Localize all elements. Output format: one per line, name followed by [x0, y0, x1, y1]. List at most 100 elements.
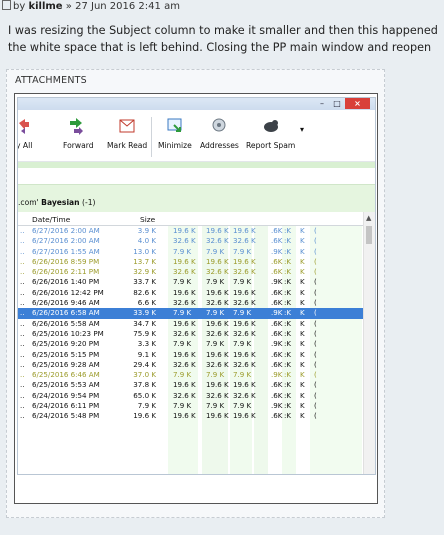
row-size: 19.6 K: [133, 411, 156, 421]
folder-filter: .com' Bayesian (-1): [18, 198, 96, 207]
row-size-c: 19.6 K: [233, 287, 256, 297]
addresses-button[interactable]: Addresses: [200, 115, 239, 150]
row-date: 6/27/2016 2:00 AM: [32, 236, 100, 246]
row-size-g: (: [314, 370, 317, 380]
row-size-d: .6K: [271, 236, 283, 246]
row-size-f: K: [300, 246, 305, 256]
row-size-b: 32.6 K: [206, 328, 229, 338]
row-size-d: .6K: [271, 318, 283, 328]
attachments-box: ATTACHMENTS – □ × y All Forward Mark Rea…: [6, 69, 385, 518]
row-size-f: K: [300, 287, 305, 297]
message-row[interactable]: .. 6/27/2016 2:00 AM 4.0 K 32.6 K 32.6 K 32.6…: [18, 236, 363, 246]
reply-all-button[interactable]: y All: [18, 115, 32, 150]
minimize-button[interactable]: Minimize: [158, 115, 192, 150]
row-size-e: :K: [284, 267, 292, 277]
forward-button[interactable]: Forward: [63, 115, 94, 150]
row-size-g: (: [314, 380, 317, 390]
row-size: 37.0 K: [133, 370, 156, 380]
row-size: 6.6 K: [137, 298, 156, 308]
post-body: I was resizing the Subject column to mak…: [8, 22, 444, 56]
row-size-g: (: [314, 390, 317, 400]
filter-count: (-1): [82, 198, 96, 207]
scroll-up-icon[interactable]: ▲: [366, 214, 371, 222]
row-date: 6/26/2016 2:11 PM: [32, 267, 100, 277]
row-size-g: (: [314, 246, 317, 256]
row-size-a: 32.6 K: [173, 236, 196, 246]
row-size-g: (: [314, 401, 317, 411]
close-window-button[interactable]: ×: [345, 98, 370, 109]
minimize-window-button[interactable]: –: [315, 98, 329, 109]
message-row[interactable]: .. 6/26/2016 1:40 PM 33.7 K 7.9 K 7.9 K 7.9 K…: [18, 277, 363, 287]
message-row[interactable]: .. 6/26/2016 6:58 AM 33.9 K 7.9 K 7.9 K 7.9 K…: [18, 308, 363, 319]
vertical-scrollbar[interactable]: ▲: [363, 212, 375, 474]
minimize-label: Minimize: [158, 141, 192, 150]
message-row[interactable]: .. 6/27/2016 1:55 AM 13.0 K 7.9 K 7.9 K 7.9 K…: [18, 247, 363, 257]
row-size: 9.1 K: [137, 349, 156, 359]
row-size-e: :K: [284, 339, 292, 349]
row-size-e: :K: [284, 411, 292, 421]
row-size-a: 32.6 K: [173, 267, 196, 277]
maximize-window-button[interactable]: □: [330, 98, 344, 109]
column-size[interactable]: Size: [140, 215, 155, 224]
row-size-a: 7.9 K: [173, 308, 192, 318]
message-row[interactable]: .. 6/27/2016 2:00 AM 3.9 K 19.6 K 19.6 K 19.6…: [18, 226, 363, 236]
message-row[interactable]: .. 6/26/2016 5:58 AM 34.7 K 19.6 K 19.6 K 19.…: [18, 319, 363, 329]
message-row[interactable]: .. 6/25/2016 6:46 AM 37.0 K 7.9 K 7.9 K 7.9 K…: [18, 370, 363, 380]
row-size-d: .9K: [271, 370, 283, 380]
attachment-image[interactable]: – □ × y All Forward Mark Read Minimize A…: [14, 93, 378, 504]
row-size-g: (: [314, 318, 317, 328]
row-size-c: 19.6 K: [233, 380, 256, 390]
message-row[interactable]: .. 6/24/2016 5:48 PM 19.6 K 19.6 K 19.6 K 19.…: [18, 411, 363, 421]
mark-read-button[interactable]: Mark Read: [107, 115, 147, 150]
row-size: 13.7 K: [133, 256, 156, 266]
row-size-b: 32.6 K: [206, 359, 229, 369]
row-size-g: (: [314, 349, 317, 359]
message-row[interactable]: .. 6/24/2016 9:54 PM 65.0 K 32.6 K 32.6 K 32.…: [18, 391, 363, 401]
message-row[interactable]: .. 6/25/2016 10:23 PM 75.9 K 32.6 K 32.6 K 32…: [18, 329, 363, 339]
row-size-g: (: [314, 287, 317, 297]
row-marker: ..: [20, 411, 25, 421]
report-spam-button[interactable]: Report Spam: [246, 115, 295, 150]
message-row[interactable]: .. 6/26/2016 9:46 AM 6.6 K 32.6 K 32.6 K 32.6…: [18, 298, 363, 308]
row-size-e: :K: [284, 226, 292, 235]
message-row[interactable]: .. 6/25/2016 5:53 AM 37.8 K 19.6 K 19.6 K 19.…: [18, 380, 363, 390]
row-size-f: K: [300, 349, 305, 359]
message-row[interactable]: .. 6/26/2016 12:42 PM 82.6 K 19.6 K 19.6 K 19…: [18, 288, 363, 298]
post-meta: by killme » 27 Jun 2016 2:41 am: [2, 0, 180, 12]
row-size-f: K: [300, 318, 305, 328]
row-size-b: 32.6 K: [206, 298, 229, 308]
row-marker: ..: [20, 390, 25, 400]
post-author[interactable]: killme: [28, 1, 62, 12]
message-row[interactable]: .. 6/26/2016 2:11 PM 32.9 K 32.6 K 32.6 K 32.…: [18, 267, 363, 277]
chevron-down-icon[interactable]: ▾: [300, 125, 304, 134]
row-size-c: 32.6 K: [233, 236, 256, 246]
row-size-d: .9K: [271, 339, 283, 349]
row-size-f: K: [300, 359, 305, 369]
row-size-b: 7.9 K: [206, 401, 225, 411]
row-size-b: 7.9 K: [206, 339, 225, 349]
row-size-a: 7.9 K: [173, 339, 192, 349]
row-size-a: 7.9 K: [173, 277, 192, 287]
row-size-a: 19.6 K: [173, 318, 196, 328]
toolbar: y All Forward Mark Read Minimize Address…: [18, 111, 375, 162]
message-row[interactable]: .. 6/26/2016 8:59 PM 13.7 K 19.6 K 19.6 K 19.…: [18, 257, 363, 267]
row-size-d: .9K: [271, 246, 283, 256]
row-size-f: K: [300, 370, 305, 380]
column-date[interactable]: Date/Time: [32, 215, 70, 224]
message-row[interactable]: .. 6/24/2016 6:11 PM 7.9 K 7.9 K 7.9 K 7.9 K.…: [18, 401, 363, 411]
row-date: 6/26/2016 12:42 PM: [32, 287, 104, 297]
message-row[interactable]: .. 6/25/2016 9:20 PM 3.3 K 7.9 K 7.9 K 7.9 K.…: [18, 339, 363, 349]
row-size-a: 19.6 K: [173, 349, 196, 359]
row-size-d: .9K: [271, 277, 283, 287]
row-date: 6/25/2016 10:23 PM: [32, 328, 104, 338]
row-size-f: K: [300, 339, 305, 349]
row-date: 6/27/2016 1:55 AM: [32, 246, 100, 256]
row-date: 6/24/2016 5:48 PM: [32, 411, 100, 421]
row-marker: ..: [20, 349, 25, 359]
row-size-a: 19.6 K: [173, 411, 196, 421]
row-size: 33.9 K: [133, 308, 156, 318]
message-row[interactable]: .. 6/25/2016 9:28 AM 29.4 K 32.6 K 32.6 K 32.…: [18, 360, 363, 370]
row-size-c: 7.9 K: [233, 308, 252, 318]
scroll-thumb[interactable]: [366, 226, 372, 244]
message-row[interactable]: .. 6/25/2016 5:15 PM 9.1 K 19.6 K 19.6 K 19.6…: [18, 350, 363, 360]
